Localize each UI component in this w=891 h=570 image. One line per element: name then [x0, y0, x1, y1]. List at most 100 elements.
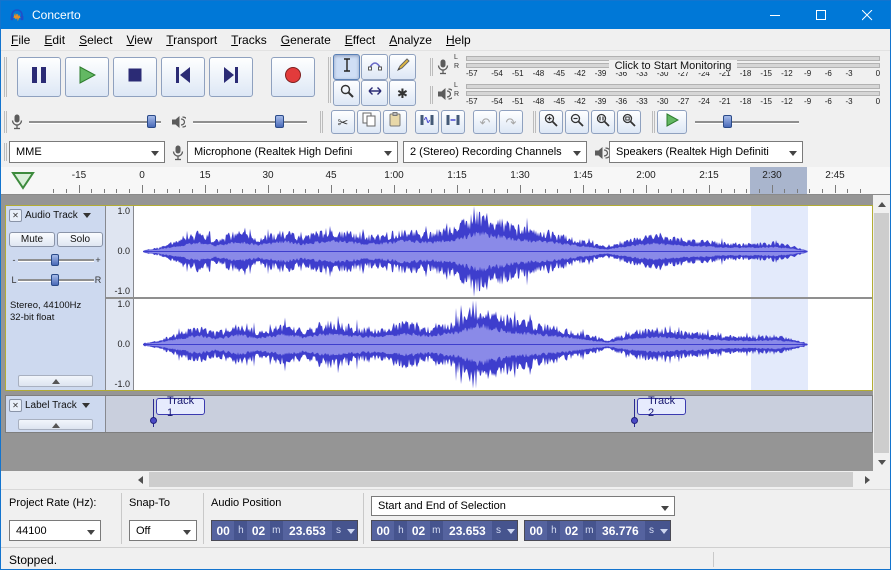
pinned-play-head-button[interactable] — [9, 169, 37, 192]
menu-item[interactable]: Effect — [338, 30, 382, 50]
toolbar-gripper[interactable] — [4, 143, 5, 161]
audio-host-select[interactable]: MME — [9, 141, 165, 163]
track-close-button[interactable]: ✕ — [9, 209, 22, 222]
hours-value[interactable]: 00 — [525, 521, 548, 540]
close-button[interactable] — [844, 1, 890, 29]
toolbar-gripper[interactable] — [430, 58, 431, 76]
menu-item[interactable]: Generate — [274, 30, 338, 50]
silence-audio-button[interactable] — [441, 110, 465, 134]
zoom-tool-button[interactable] — [333, 80, 360, 106]
seconds-value[interactable]: 23.653 — [442, 521, 492, 540]
recording-device-select[interactable]: Microphone (Realtek High Defini — [187, 141, 398, 163]
audio-position-display[interactable]: 00 h 02 m 23.653 s — [211, 520, 358, 541]
menu-item[interactable]: Tracks — [224, 30, 274, 50]
track-menu-button[interactable]: Audio Track — [25, 209, 91, 222]
snap-to-select[interactable]: Off — [129, 520, 197, 541]
playback-device-select[interactable]: Speakers (Realtek High Definiti — [609, 141, 803, 163]
selection-mode-select[interactable]: Start and End of Selection — [371, 496, 675, 516]
scroll-down-button[interactable] — [873, 454, 890, 471]
recording-meter[interactable]: L R -57 -54 -51 -48 -45 -42 -39 -36 -33 -30 -27 -24… — [429, 54, 887, 80]
draw-tool-button[interactable] — [389, 54, 416, 80]
toolbar-gripper[interactable] — [652, 111, 653, 133]
maximize-button[interactable] — [798, 1, 844, 29]
fit-project-button[interactable] — [617, 110, 641, 134]
paste-button[interactable] — [383, 110, 407, 134]
label-handle[interactable] — [631, 417, 638, 424]
timefield-dropdown-arrow[interactable] — [344, 521, 357, 540]
selection-tool-button[interactable] — [333, 54, 360, 80]
timefield-dropdown-arrow[interactable] — [504, 521, 517, 540]
track-collapse-button[interactable] — [18, 419, 93, 430]
slider-thumb[interactable] — [147, 115, 156, 128]
label-text-box[interactable]: Track 1 — [156, 395, 206, 419]
minimize-button[interactable] — [752, 1, 798, 29]
trim-audio-button[interactable] — [415, 110, 439, 134]
gain-slider[interactable]: - + — [10, 252, 102, 268]
label-area[interactable]: Track 1 Track 2 — [107, 395, 872, 432]
horizontal-scrollbar[interactable] — [131, 471, 876, 488]
zoom-out-button[interactable] — [565, 110, 589, 134]
track-menu-button[interactable]: Label Track — [25, 399, 90, 412]
mute-button[interactable]: Mute — [9, 232, 55, 247]
toolbar-gripper[interactable] — [533, 111, 534, 133]
redo-button[interactable]: ↷ — [499, 110, 523, 134]
skip-to-end-button[interactable] — [209, 57, 253, 97]
menu-item[interactable]: File — [4, 30, 37, 50]
recording-channels-select[interactable]: 2 (Stereo) Recording Channels — [403, 141, 587, 163]
pause-button[interactable] — [17, 57, 61, 97]
solo-button[interactable]: Solo — [57, 232, 103, 247]
play-at-speed-button[interactable] — [657, 110, 687, 134]
project-rate-select[interactable]: 44100 — [9, 520, 101, 541]
cut-button[interactable]: ✂ — [331, 110, 355, 134]
selection-start-display[interactable]: 00 h 02 m 23.653 s — [371, 520, 518, 541]
hours-value[interactable]: 00 — [212, 521, 235, 540]
slider-thumb[interactable] — [723, 115, 732, 128]
zoom-to-selection-button[interactable] — [591, 110, 615, 134]
menu-item[interactable]: Transport — [159, 30, 224, 50]
label-handle[interactable] — [150, 417, 157, 424]
stop-button[interactable] — [113, 57, 157, 97]
track-collapse-button[interactable] — [18, 375, 93, 387]
minutes-value[interactable]: 02 — [247, 521, 270, 540]
vertical-scrollbar[interactable] — [873, 195, 890, 471]
menu-item[interactable]: Edit — [37, 30, 72, 50]
pan-slider[interactable]: L R — [10, 272, 102, 288]
timefield-dropdown-arrow[interactable] — [657, 521, 670, 540]
vertical-scroll-thumb[interactable] — [874, 213, 889, 453]
timeline-ruler[interactable]: -15 0 15 30 45 1:00 1:15 1:30 1:45 2:00 2:15 2:30 2:… — [1, 167, 890, 195]
hours-value[interactable]: 00 — [372, 521, 395, 540]
skip-to-start-button[interactable] — [161, 57, 205, 97]
seconds-value[interactable]: 36.776 — [595, 521, 645, 540]
scroll-left-button[interactable] — [131, 471, 148, 488]
horizontal-scroll-thumb[interactable] — [149, 472, 853, 487]
playback-volume-slider[interactable] — [193, 113, 307, 130]
time-shift-tool-button[interactable] — [361, 80, 388, 106]
selection-end-display[interactable]: 00 h 02 m 36.776 s — [524, 520, 671, 541]
monitoring-overlay[interactable]: Click to Start Monitoring — [466, 59, 880, 73]
toolbar-gripper[interactable] — [430, 86, 431, 104]
scroll-up-button[interactable] — [873, 195, 890, 212]
toolbar-gripper[interactable] — [328, 57, 329, 103]
menu-item[interactable]: Analyze — [382, 30, 439, 50]
menu-item[interactable]: View — [119, 30, 159, 50]
playback-speed-slider[interactable] — [695, 113, 799, 130]
undo-button[interactable]: ↶ — [473, 110, 497, 134]
track-close-button[interactable]: ✕ — [9, 399, 22, 412]
record-button[interactable] — [271, 57, 315, 97]
multi-tool-button[interactable]: ✱ — [389, 80, 416, 106]
envelope-tool-button[interactable] — [361, 54, 388, 80]
recording-volume-slider[interactable] — [29, 113, 161, 130]
menu-item[interactable]: Help — [439, 30, 478, 50]
play-button[interactable] — [65, 57, 109, 97]
minutes-value[interactable]: 02 — [560, 521, 583, 540]
zoom-in-button[interactable] — [539, 110, 563, 134]
label-text-box[interactable]: Track 2 — [637, 395, 687, 419]
copy-button[interactable] — [357, 110, 381, 134]
seconds-value[interactable]: 23.653 — [282, 521, 332, 540]
toolbar-gripper[interactable] — [320, 111, 321, 133]
toolbar-gripper[interactable] — [4, 57, 5, 97]
gain-thumb[interactable] — [51, 254, 59, 266]
playback-meter[interactable]: L R -57 -54 -51 -48 -45 -42 -39 -36 -33 -30 -27 -24… — [429, 82, 887, 108]
menu-item[interactable]: Select — [72, 30, 119, 50]
toolbar-gripper[interactable] — [4, 111, 5, 133]
